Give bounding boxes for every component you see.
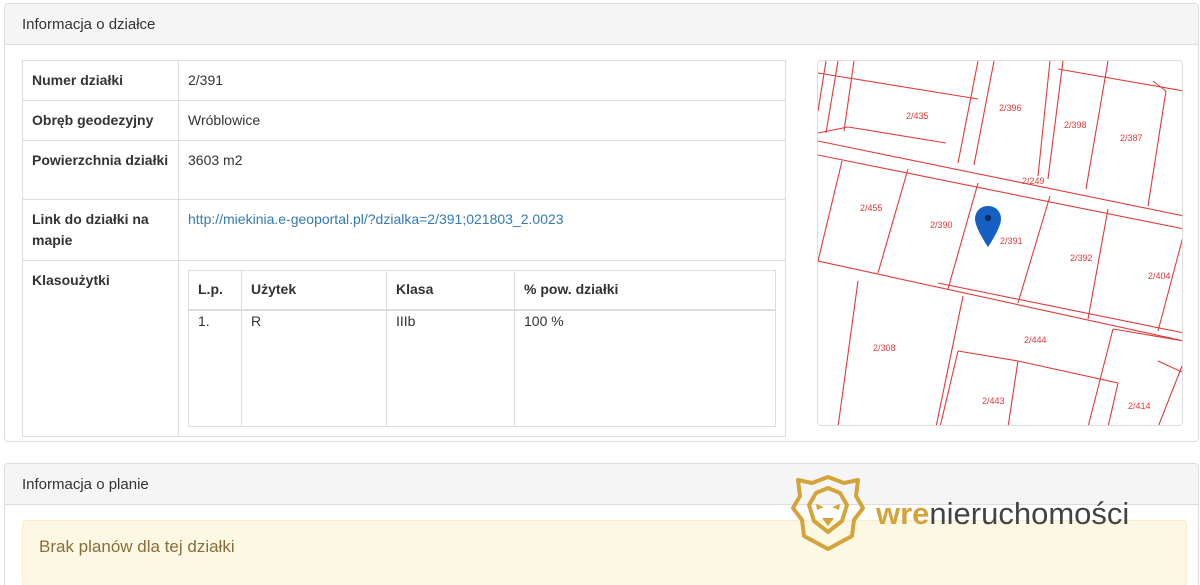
parcel-label: 2/404 (1148, 271, 1171, 281)
cell-klasa: IIIb (386, 309, 515, 427)
map-link[interactable]: http://miekinia.e-geoportal.pl/?dzialka=… (188, 211, 564, 227)
col-header-lp: L.p. (188, 270, 242, 311)
brand-part-accent: wre (876, 496, 930, 531)
parcel-label: 2/435 (906, 111, 929, 121)
cell-percent: 100 % (514, 309, 776, 427)
parcel-label: 2/455 (860, 203, 883, 213)
table-row: Obręb geodezyjny Wróblowice (22, 100, 786, 141)
table-row: Klasoużytki L.p. Użytek Klasa % pow. dzi… (22, 260, 786, 437)
brand-logo: wrenieruchomości (790, 474, 1170, 554)
area-value: 3603 m2 (178, 140, 786, 200)
parcel-label: 2/249 (1022, 176, 1045, 186)
table-row: Powierzchnia działki 3603 m2 (22, 140, 786, 200)
precinct-value: Wróblowice (178, 100, 786, 141)
land-use-header-row: L.p. Użytek Klasa % pow. działki (188, 270, 776, 311)
parcel-map-canvas: 2/435 2/396 2/398 2/387 2/249 2/455 2/39… (818, 61, 1182, 425)
col-header-klasa: Klasa (386, 270, 515, 311)
cell-lp: 1. (188, 309, 242, 427)
brand-wordmark: wrenieruchomości (876, 494, 1129, 534)
col-header-uzytek: Użytek (241, 270, 387, 311)
parcel-label: 2/387 (1120, 133, 1143, 143)
parcel-info-table: Numer działki 2/391 Obręb geodezyjny Wró… (22, 60, 786, 437)
parcel-label: 2/308 (873, 343, 896, 353)
col-header-percent: % pow. działki (514, 270, 776, 311)
parcel-info-panel: Informacja o działce Numer działki 2/391… (4, 3, 1199, 442)
parcel-number-labels: 2/435 2/396 2/398 2/387 2/249 2/455 2/39… (860, 103, 1171, 411)
cell-uzytek: R (241, 309, 387, 427)
table-row: 1. R IIIb 100 % (188, 309, 776, 427)
parcel-number-label: Numer działki (22, 60, 179, 101)
parcel-label: 2/391 (1000, 236, 1023, 246)
parcel-label: 2/444 (1024, 335, 1047, 345)
map-link-label: Link do działki na mapie (22, 199, 179, 261)
table-row: Link do działki na mapie http://miekinia… (22, 199, 786, 261)
land-use-cell: L.p. Użytek Klasa % pow. działki 1. R II… (178, 260, 786, 437)
parcel-label: 2/414 (1128, 401, 1151, 411)
parcel-info-heading: Informacja o działce (5, 4, 1198, 45)
lion-head-icon (791, 475, 865, 551)
map-link-cell: http://miekinia.e-geoportal.pl/?dzialka=… (178, 199, 786, 261)
parcel-label: 2/443 (982, 396, 1005, 406)
map-pin-icon[interactable] (975, 206, 1001, 247)
table-row: Numer działki 2/391 (22, 60, 786, 101)
parcel-label: 2/392 (1070, 253, 1093, 263)
precinct-label: Obręb geodezyjny (22, 100, 179, 141)
land-use-label: Klasoużytki (22, 260, 179, 437)
parcel-label: 2/398 (1064, 120, 1087, 130)
parcel-label: 2/390 (930, 220, 953, 230)
land-use-table: L.p. Użytek Klasa % pow. działki 1. R II… (188, 270, 776, 427)
brand-part-main: nieruchomości (929, 496, 1130, 531)
parcel-label: 2/396 (999, 103, 1022, 113)
parcel-number-value: 2/391 (178, 60, 786, 101)
parcel-map[interactable]: 2/435 2/396 2/398 2/387 2/249 2/455 2/39… (817, 60, 1183, 426)
area-label: Powierzchnia działki (22, 140, 179, 200)
